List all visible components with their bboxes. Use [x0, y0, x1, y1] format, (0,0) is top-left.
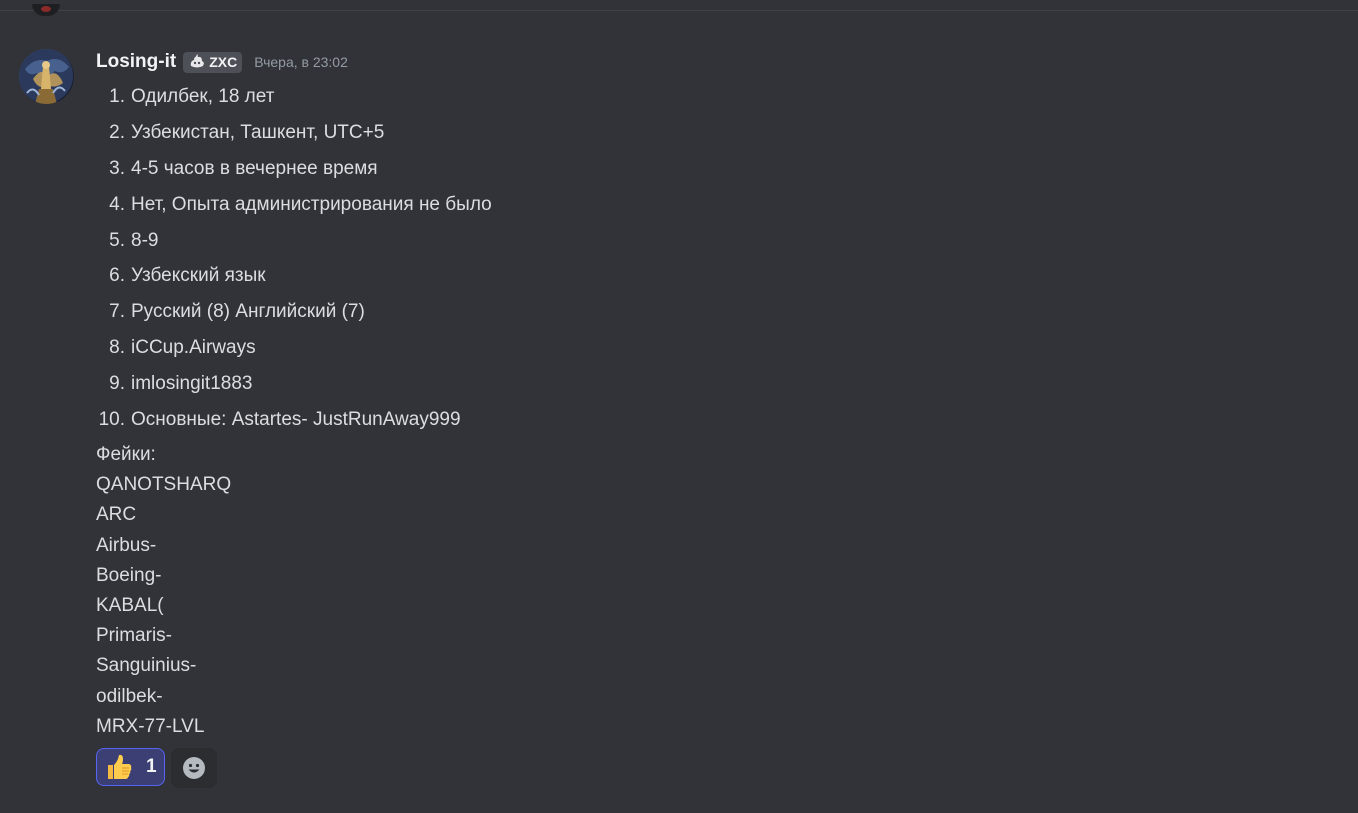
list-number: 1. [109, 86, 125, 107]
list-item: 3. 4-5 часов в вечернее время [96, 155, 492, 191]
list-number: 10. [98, 409, 125, 430]
list-number: 2. [109, 122, 125, 143]
list-text: Узбекский язык [131, 265, 266, 286]
timestamp[interactable]: Вчера, в 23:02 [254, 54, 348, 70]
fake-name: KABAL( [96, 594, 164, 616]
list-text: 8-9 [131, 230, 159, 251]
list-item: 7. Русский (8) Английский (7) [96, 298, 492, 334]
list-text: Основные: Astartes- JustRunAway999 [131, 409, 461, 430]
fake-name: odilbek- [96, 685, 163, 707]
list-text: 4-5 часов в вечернее время [131, 158, 378, 179]
reaction-thumbs-up[interactable]: 1 [96, 748, 165, 786]
thumbs-up-icon [108, 754, 132, 779]
list-number: 5. [109, 230, 125, 251]
reactions-bar: 1 [96, 748, 217, 788]
list-text: Нет, Опыта администрирования не было [131, 194, 492, 215]
list-number: 9. [109, 373, 125, 394]
avatar[interactable] [19, 49, 74, 104]
clan-tag-label: ZXC [209, 54, 238, 70]
fake-name: Primaris- [96, 625, 172, 647]
list-number: 7. [109, 301, 125, 322]
list-number: 8. [109, 337, 125, 358]
message-ordered-list: 1. Одилбек, 18 лет 2. Узбекистан, Ташкент,… [96, 83, 492, 442]
list-text: Одилбек, 18 лет [131, 86, 275, 107]
fakes-heading: Фейки: [96, 444, 156, 465]
divider [0, 10, 1358, 11]
list-number: 3. [109, 158, 125, 179]
list-item: 1. Одилбек, 18 лет [96, 83, 492, 119]
list-number: 4. [109, 194, 125, 215]
list-text: Узбекистан, Ташкент, UTC+5 [131, 122, 385, 143]
list-item: 2. Узбекистан, Ташкент, UTC+5 [96, 119, 492, 155]
list-text: Русский (8) Английский (7) [131, 301, 365, 322]
reaction-count: 1 [146, 756, 157, 777]
list-item: 8. iCCup.Airways [96, 334, 492, 370]
list-number: 6. [109, 265, 125, 286]
list-item: 9. imlosingit1883 [96, 370, 492, 406]
message-fakes-block: Фейки: QANOTSHARQ ARC Airbus- Boeing- KA… [96, 441, 231, 743]
previous-message-avatar[interactable] [32, 4, 60, 16]
fake-name: ARC [96, 504, 137, 526]
add-reaction-button[interactable] [171, 748, 217, 788]
message-header: Losing-it ZXC Вчера, в 23:02 [96, 50, 348, 74]
fake-name: Airbus- [96, 534, 157, 556]
clan-badge-icon [191, 54, 205, 68]
fake-name: QANOTSHARQ [96, 474, 232, 496]
fake-name: Boeing- [96, 564, 162, 586]
list-item: 10. Основные: Astartes- JustRunAway999 [96, 406, 492, 442]
fake-name: MRX-77-LVL [96, 715, 205, 737]
smiley-add-icon [183, 757, 205, 779]
list-item: 6. Узбекский язык [96, 262, 492, 298]
username[interactable]: Losing-it [96, 51, 176, 73]
list-text: imlosingit1883 [131, 373, 253, 394]
list-item: 5. 8-9 [96, 227, 492, 262]
list-item: 4. Нет, Опыта администрирования не было [96, 191, 492, 227]
clan-tag[interactable]: ZXC [183, 51, 243, 73]
fake-name: Sanguinius- [96, 655, 197, 677]
list-text: iCCup.Airways [131, 337, 256, 358]
